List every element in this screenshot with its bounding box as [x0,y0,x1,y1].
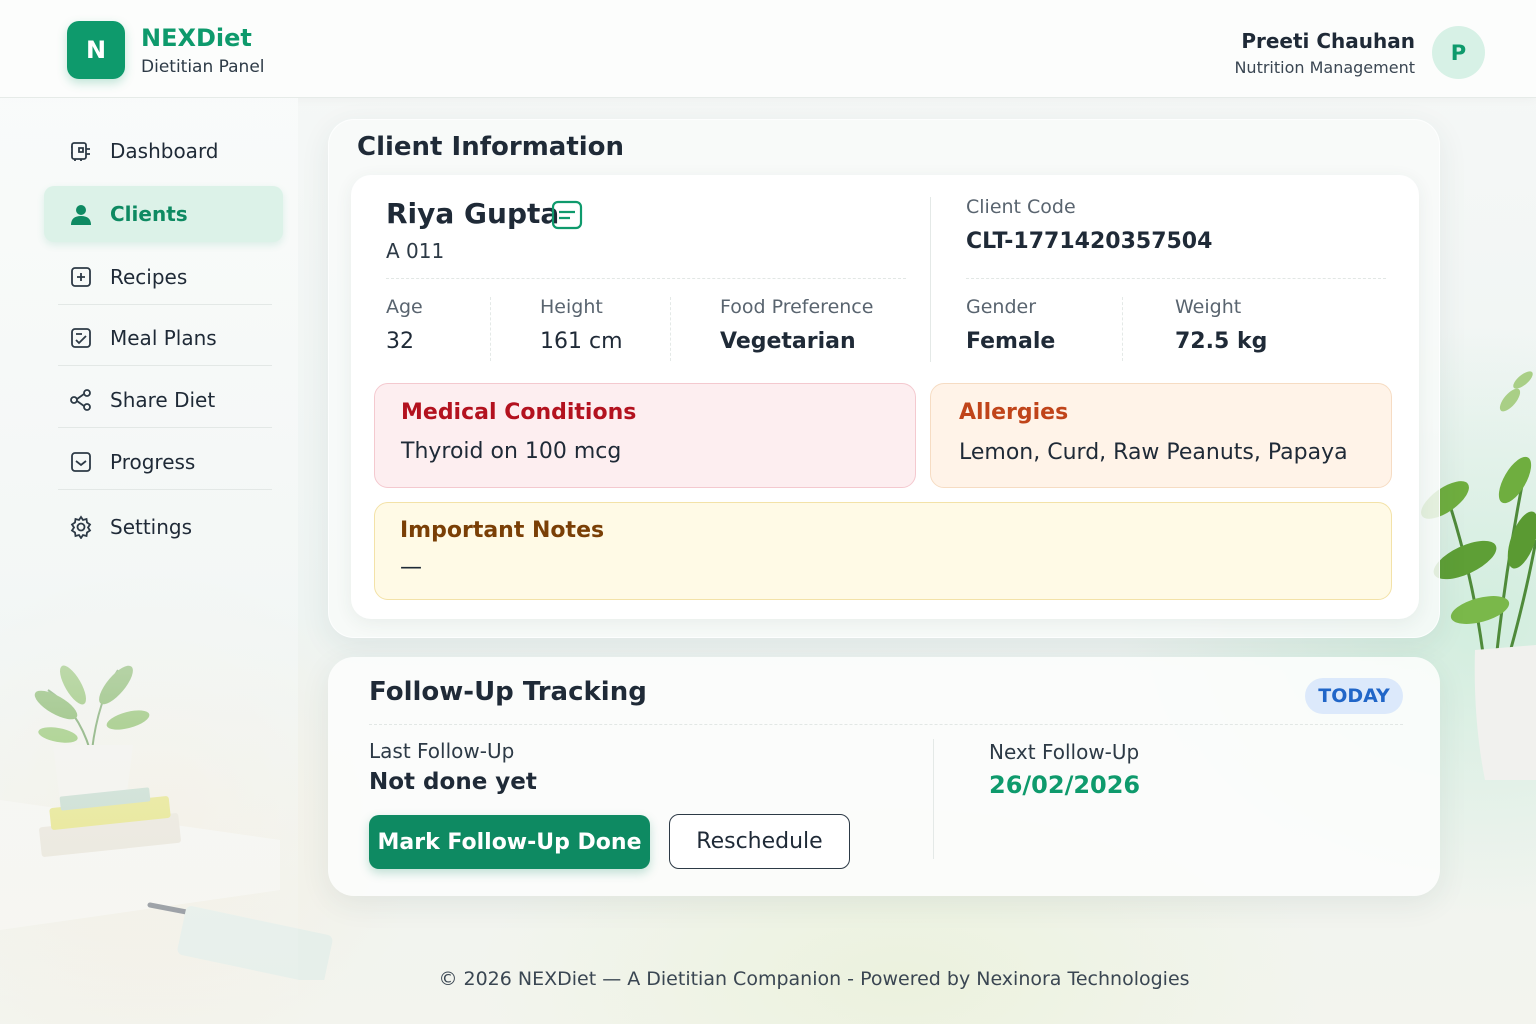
section-title: Client Information [357,132,625,162]
user-icon [68,201,94,227]
next-follow-up-label: Next Follow-Up [989,740,1140,764]
brand-subtitle: Dietitian Panel [141,57,265,77]
user-role: Nutrition Management [1234,58,1415,77]
sidebar-item-label: Settings [110,515,193,539]
food-preference-value: Vegetarian [720,329,856,354]
weight-label: Weight [1175,296,1242,318]
important-notes-text: — [400,555,422,580]
allergies-title: Allergies [959,400,1069,425]
sidebar-item-dashboard[interactable]: Dashboard [58,123,272,179]
divider [1122,297,1123,361]
client-details-card: Riya Gupta A 011 Client Code CLT-1771420… [351,175,1419,619]
mark-follow-up-done-button[interactable]: Mark Follow-Up Done [369,815,650,869]
progress-icon [68,449,94,475]
top-header: N NEXDiet Dietitian Panel Preeti Chauhan… [0,0,1536,98]
sidebar-item-share-diet[interactable]: Share Diet [58,372,272,428]
client-sub-id: A 011 [386,239,445,263]
status-badge: TODAY [1305,678,1403,714]
sidebar-item-recipes[interactable]: Recipes [58,249,272,305]
age-label: Age [386,296,423,318]
share-icon [68,387,94,413]
divider [490,297,491,361]
divider [670,297,671,361]
gear-icon [68,514,94,540]
footer-text: © 2026 NEXDiet — A Dietitian Companion -… [438,968,1190,990]
divider [930,197,931,362]
medical-conditions-title: Medical Conditions [401,400,637,425]
important-notes-box: Important Notes — [374,502,1392,600]
follow-up-tracking-section: Follow-Up Tracking TODAY Last Follow-Up … [328,657,1440,896]
user-avatar[interactable]: P [1432,26,1485,79]
food-preference-label: Food Preference [720,296,874,318]
sidebar-item-label: Recipes [110,264,188,289]
last-follow-up-label: Last Follow-Up [369,739,515,763]
height-label: Height [540,296,603,318]
brand-logo[interactable]: N [67,21,125,79]
sidebar-item-clients[interactable]: Clients [44,186,283,242]
sidebar-item-progress[interactable]: Progress [58,434,272,490]
sidebar-item-label: Share Diet [110,387,216,412]
client-information-section: Client Information Riya Gupta A 011 Clie… [328,119,1440,638]
sidebar-item-meal-plans[interactable]: Meal Plans [58,310,272,366]
dashboard-icon [68,138,94,164]
client-code-label: Client Code [966,196,1076,218]
sidebar: Dashboard Clients Recipes Meal Plans Sha… [0,98,298,1024]
medical-conditions-box: Medical Conditions Thyroid on 100 mcg [374,383,916,488]
user-name: Preeti Chauhan [1241,29,1415,53]
allergies-box: Allergies Lemon, Curd, Raw Peanuts, Papa… [930,383,1392,488]
age-value: 32 [386,329,414,354]
client-name: Riya Gupta [386,197,560,230]
next-follow-up-date: 26/02/2026 [989,771,1141,799]
sidebar-item-label: Meal Plans [110,325,217,350]
important-notes-title: Important Notes [400,518,605,543]
sidebar-item-label: Progress [110,449,196,474]
section-title: Follow-Up Tracking [369,677,647,707]
medical-conditions-text: Thyroid on 100 mcg [401,439,622,464]
edit-icon[interactable] [551,199,583,231]
reschedule-button[interactable]: Reschedule [669,814,850,869]
height-value: 161 cm [540,329,623,354]
meal-plan-icon [68,325,94,351]
divider [369,724,1403,725]
allergies-text: Lemon, Curd, Raw Peanuts, Papaya [959,440,1348,465]
weight-value: 72.5 kg [1175,329,1268,354]
gender-value: Female [966,329,1056,354]
divider [966,278,1386,279]
divider [386,278,906,279]
sidebar-item-label: Clients [110,202,188,226]
sidebar-item-label: Dashboard [110,139,219,163]
brand-name: NEXDiet [141,24,252,52]
last-follow-up-value: Not done yet [369,769,537,795]
plus-square-icon [68,264,94,290]
client-code-value: CLT-1771420357504 [966,229,1213,254]
sidebar-item-settings[interactable]: Settings [58,499,272,555]
gender-label: Gender [966,296,1037,318]
divider [933,739,934,859]
